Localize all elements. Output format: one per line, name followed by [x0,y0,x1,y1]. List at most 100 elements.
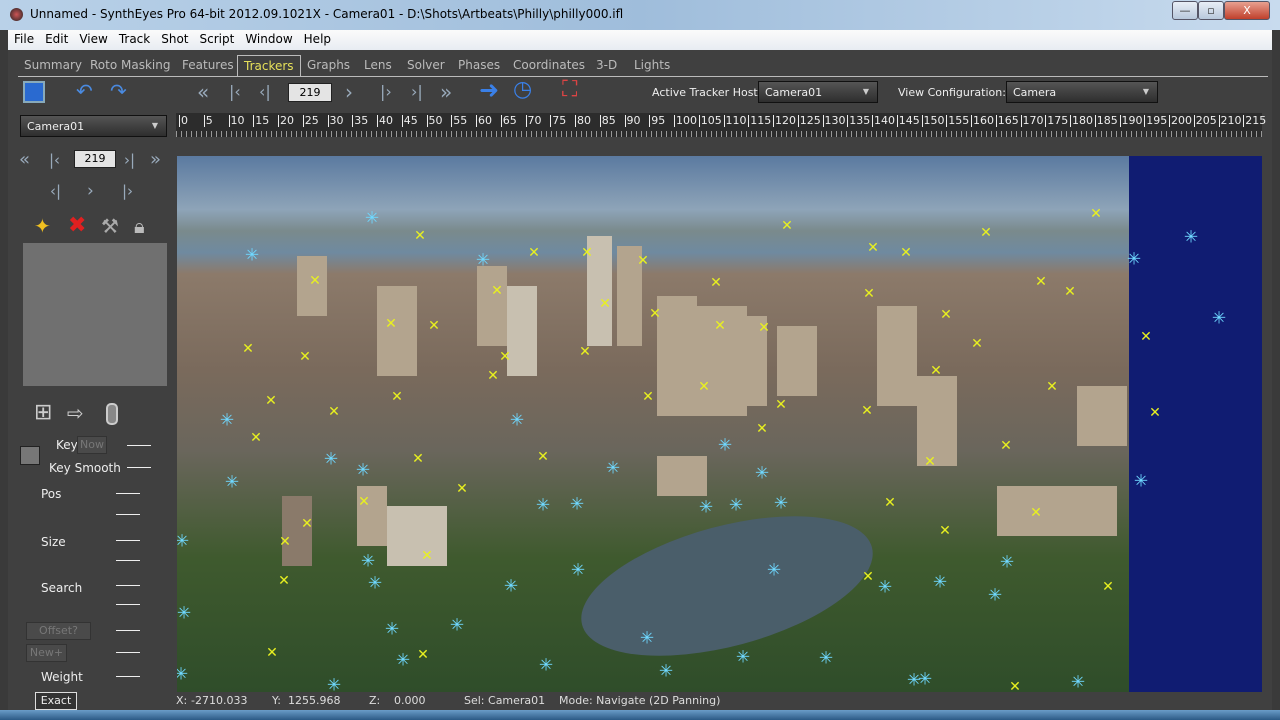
tracker-marker[interactable]: ✳ [177,666,188,684]
minimize-button[interactable]: — [1172,1,1198,20]
tracker-marker[interactable]: ✕ [642,390,654,404]
tracker-marker[interactable]: ✳ [361,553,375,571]
tracker-marker[interactable]: ✳ [659,663,673,681]
tracker-marker[interactable]: ✕ [391,390,403,404]
tracker-marker[interactable]: ✳ [736,649,750,667]
camera-viewport[interactable]: ✳ ✕ ✳ ✳ ✕ ✕ ✕ ✕ ✕ ✕ ✕ ✕ ✳ ✳ ✳ ✕ ✕ ✳ ✕ ✕ ✕ ✕ ✕ ✕ ✕ ✕ ✕ ✕ ✕ ✕ ✕ ✕ ✕ ✕ ✕ ✕ ✕ ✕ ✕ ✕… [177,156,1262,692]
fast-forward-icon[interactable]: » [440,82,452,102]
tracker-marker[interactable]: ✳ [774,495,788,513]
fit-view-icon[interactable]: ⛶ [562,79,577,101]
tracker-marker[interactable]: ✳ [1212,310,1226,328]
tracker-marker[interactable]: ✳ [699,499,713,517]
maximize-button[interactable]: ▫ [1198,1,1224,20]
tab-lens[interactable]: Lens [364,58,392,72]
tab-coordinates[interactable]: Coordinates [513,58,585,72]
frame-number-field[interactable]: 219 [288,83,332,102]
key-now-button[interactable]: Now [77,436,107,454]
tracker-marker[interactable]: ✳ [606,460,620,478]
new-plus-button[interactable]: New+ [26,644,67,662]
tab-graphs[interactable]: Graphs [307,58,350,72]
tab-summary[interactable]: Summary [24,58,82,72]
tab-phases[interactable]: Phases [458,58,500,72]
tab-features[interactable]: Features [182,58,234,72]
tracker-color-swatch[interactable] [20,446,40,465]
tracker-marker[interactable]: ✕ [579,345,591,359]
exact-button[interactable]: Exact [35,692,77,710]
tab-lights[interactable]: Lights [634,58,670,72]
tracker-marker[interactable]: ✳ [356,462,370,480]
tracker-marker[interactable]: ✳ [755,465,769,483]
tracker-marker[interactable]: ✳ [245,247,259,265]
tracker-marker[interactable]: ✕ [1046,380,1058,394]
tracker-marker[interactable]: ✳ [1134,473,1148,491]
arrow-right-icon[interactable]: ⇨ [67,403,84,423]
shot-select[interactable]: Camera01 [20,115,167,137]
play-direction-arrow-icon[interactable]: ➜ [479,78,499,102]
menu-edit[interactable]: Edit [39,30,73,46]
panel-rewind-icon[interactable]: « [19,150,30,170]
tracker-marker[interactable]: ✳ [819,650,833,668]
menu-shot[interactable]: Shot [155,30,193,46]
tracker-marker[interactable]: ✕ [930,364,942,378]
tracker-marker[interactable]: ✕ [863,287,875,301]
tracker-marker[interactable]: ✳ [918,671,932,689]
tracker-marker[interactable]: ✕ [499,350,511,364]
lock-icon[interactable]: 🔒︎ [134,216,145,236]
tracker-marker[interactable]: ✕ [862,570,874,584]
tracker-marker[interactable]: ✕ [278,574,290,588]
tracker-marker[interactable]: ✕ [487,369,499,383]
tracker-marker[interactable]: ✳ [878,579,892,597]
panel-next-frame-icon[interactable]: › [87,181,94,201]
tracker-marker[interactable]: ✕ [1149,406,1161,420]
tracker-marker[interactable]: ✕ [756,422,768,436]
tracker-marker[interactable]: ✕ [758,321,770,335]
tracker-marker[interactable]: ✳ [1184,229,1198,247]
tracker-marker[interactable]: ✳ [476,252,490,270]
clock-icon[interactable]: ◷ [513,79,532,101]
menu-track[interactable]: Track [113,30,155,46]
tracker-marker[interactable]: ✕ [599,297,611,311]
tracker-marker[interactable]: ✕ [242,342,254,356]
tracker-marker[interactable]: ✕ [698,380,710,394]
tracker-marker[interactable]: ✳ [767,562,781,580]
tracker-marker[interactable]: ✳ [510,412,524,430]
active-tracker-host-select[interactable]: Camera01 [758,81,878,103]
tracker-marker[interactable]: ✕ [1030,506,1042,520]
tracker-marker[interactable]: ✕ [250,431,262,445]
tracker-marker[interactable]: ✕ [781,219,793,233]
tracker-marker[interactable]: ✳ [718,437,732,455]
tracker-marker[interactable]: ✕ [581,246,593,260]
hammer-icon[interactable]: ⚒ [101,216,119,236]
tracker-marker[interactable]: ✕ [714,319,726,333]
panel-frame-field[interactable]: 219 [74,150,116,168]
tracker-marker[interactable]: ✕ [1140,330,1152,344]
tracker-marker[interactable]: ✳ [368,575,382,593]
tracker-marker[interactable]: ✳ [536,497,550,515]
panel-prev-key-icon[interactable]: ‹| [50,181,61,201]
tracker-marker[interactable]: ✳ [1071,674,1085,692]
panel-next-key-icon[interactable]: |› [122,181,133,201]
tracker-marker[interactable]: ✕ [980,226,992,240]
tracker-marker[interactable]: ✕ [900,246,912,260]
tracker-marker[interactable]: ✕ [775,398,787,412]
toggle-icon[interactable] [106,403,118,425]
first-frame-icon[interactable]: |‹ [229,82,241,102]
view-configuration-select[interactable]: Camera [1006,81,1158,103]
last-frame-icon[interactable]: ›| [411,82,423,102]
tracker-marker[interactable]: ✳ [539,657,553,675]
offset-button[interactable]: Offset? [26,622,91,640]
panel-fast-forward-icon[interactable]: » [150,150,161,170]
tab-trackers[interactable]: Trackers [237,55,301,76]
tracker-marker[interactable]: ✳ [327,677,341,692]
tracker-marker[interactable]: ✕ [971,337,983,351]
tab-solver[interactable]: Solver [407,58,445,72]
tracker-marker[interactable]: ✳ [1000,554,1014,572]
tracker-marker[interactable]: ✕ [491,284,503,298]
redo-icon[interactable]: ↷ [110,81,127,101]
tracker-marker[interactable]: ✳ [177,533,189,551]
grid-layout-icon[interactable]: ⊞ [34,402,52,424]
tracker-marker[interactable]: ✳ [729,497,743,515]
tracker-marker[interactable]: ✳ [396,652,410,670]
tracker-marker[interactable]: ✕ [940,308,952,322]
rewind-icon[interactable]: « [197,82,209,102]
